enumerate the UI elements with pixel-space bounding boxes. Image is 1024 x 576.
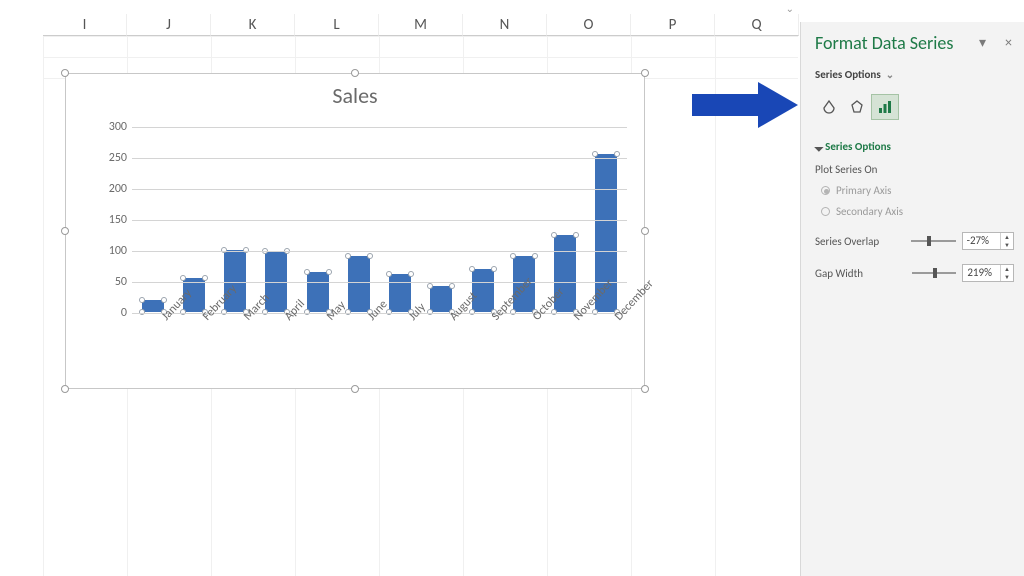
data-point-handle[interactable] xyxy=(386,271,392,277)
annotation-arrow xyxy=(692,82,798,128)
data-point-handle[interactable] xyxy=(326,269,332,275)
data-point-handle[interactable] xyxy=(161,297,167,303)
column-header[interactable]: J xyxy=(127,14,211,36)
x-axis-tick-label: April xyxy=(282,314,292,324)
series-options-dropdown[interactable]: Series Options ⌄ xyxy=(815,68,894,81)
x-axis-tick-label: January xyxy=(159,314,169,324)
series-overlap-slider[interactable] xyxy=(911,235,956,247)
gap-width-value: 219% xyxy=(963,265,1001,281)
data-point-handle[interactable] xyxy=(592,151,598,157)
gap-width-row: Gap Width W 219% ▲▼ xyxy=(815,264,1014,282)
chart-plot-area[interactable]: 050100150200250300 xyxy=(132,127,627,313)
data-point-handle[interactable] xyxy=(427,283,433,289)
resize-handle[interactable] xyxy=(641,385,649,393)
data-point-handle[interactable] xyxy=(221,247,227,253)
section-series-options[interactable]: Series Options xyxy=(815,140,1014,153)
data-point-handle[interactable] xyxy=(573,232,579,238)
resize-handle[interactable] xyxy=(351,69,359,77)
chart-bar[interactable] xyxy=(348,256,370,312)
x-axis-tick-label: August xyxy=(447,314,457,324)
column-header[interactable]: K xyxy=(211,14,295,36)
secondary-axis-radio: Secondary Axis xyxy=(815,205,1014,218)
radio-icon xyxy=(821,186,830,195)
column-header[interactable]: O xyxy=(547,14,631,36)
x-axis-tick-label: December xyxy=(612,314,622,324)
column-header[interactable]: Q xyxy=(715,14,799,36)
resize-handle[interactable] xyxy=(61,385,69,393)
resize-handle[interactable] xyxy=(61,227,69,235)
column-header[interactable]: L xyxy=(295,14,379,36)
radio-label: Secondary Axis xyxy=(836,205,903,218)
x-axis-tick-label: March xyxy=(241,314,251,324)
data-point-handle[interactable] xyxy=(202,275,208,281)
data-point-handle[interactable] xyxy=(491,266,497,272)
x-axis-tick-label: February xyxy=(200,314,210,324)
plot-series-on-label: Plot Series On xyxy=(815,163,1014,176)
radio-icon xyxy=(821,207,830,216)
series-options-icon[interactable] xyxy=(871,94,899,120)
embedded-chart[interactable]: Sales 050100150200250300 JanuaryFebruary… xyxy=(65,73,645,389)
x-axis-labels[interactable]: January February March April May June July Augu… xyxy=(132,310,627,386)
y-axis-tick-label: 150 xyxy=(87,213,127,227)
chart-title[interactable]: Sales xyxy=(66,74,644,109)
chevron-down-icon: ⌄ xyxy=(886,68,894,81)
data-point-handle[interactable] xyxy=(180,275,186,281)
data-point-handle[interactable] xyxy=(408,271,414,277)
close-icon[interactable]: × xyxy=(1005,34,1012,51)
data-point-handle[interactable] xyxy=(532,253,538,259)
data-point-handle[interactable] xyxy=(139,297,145,303)
resize-handle[interactable] xyxy=(351,385,359,393)
series-overlap-input[interactable]: -27% ▲▼ xyxy=(962,232,1014,250)
resize-handle[interactable] xyxy=(641,69,649,77)
y-axis-tick-label: 200 xyxy=(87,182,127,196)
x-axis-tick-label: November xyxy=(571,314,581,324)
gap-width-slider[interactable] xyxy=(912,267,956,279)
series-overlap-label: Series Overlap xyxy=(815,235,892,248)
dropdown-label: Series Options xyxy=(815,68,881,81)
series-overlap-value: -27% xyxy=(963,233,1001,249)
resize-handle[interactable] xyxy=(641,227,649,235)
pane-tab-row xyxy=(815,94,1014,120)
column-header[interactable]: P xyxy=(631,14,715,36)
worksheet-area: ⌄ IJKLMNOPQ Sales 050100150200250300 Jan… xyxy=(0,0,798,576)
x-axis-tick-label: May xyxy=(324,314,334,324)
series-overlap-row: Series Overlap O -27% ▲▼ xyxy=(815,232,1014,250)
x-axis-tick-label: June xyxy=(365,314,375,324)
y-axis-tick-label: 50 xyxy=(87,275,127,289)
primary-axis-radio: Primary Axis xyxy=(815,184,1014,197)
fill-line-icon[interactable] xyxy=(815,94,843,120)
radio-label: Primary Axis xyxy=(836,184,891,197)
data-point-handle[interactable] xyxy=(345,253,351,259)
column-header[interactable]: M xyxy=(379,14,463,36)
x-axis-tick-label: July xyxy=(406,314,416,324)
effects-icon[interactable] xyxy=(843,94,871,120)
column-headers: IJKLMNOPQ xyxy=(43,14,799,36)
data-point-handle[interactable] xyxy=(614,151,620,157)
gap-width-label: Gap Width xyxy=(815,267,890,280)
data-point-handle[interactable] xyxy=(367,253,373,259)
format-data-series-pane: Format Data Series ▾ × Series Options ⌄ … xyxy=(800,22,1024,576)
resize-handle[interactable] xyxy=(61,69,69,77)
chart-bar[interactable] xyxy=(307,272,329,312)
data-point-handle[interactable] xyxy=(449,283,455,289)
y-axis-tick-label: 250 xyxy=(87,151,127,165)
data-point-handle[interactable] xyxy=(469,266,475,272)
x-axis-tick-label: October xyxy=(530,314,540,324)
data-point-handle[interactable] xyxy=(304,269,310,275)
chart-bar[interactable] xyxy=(472,269,494,312)
column-header[interactable]: N xyxy=(463,14,547,36)
x-axis-tick-label: September xyxy=(489,314,499,324)
y-axis-tick-label: 100 xyxy=(87,244,127,258)
chart-bar[interactable] xyxy=(389,274,411,312)
column-header[interactable]: I xyxy=(43,14,127,36)
data-point-handle[interactable] xyxy=(551,232,557,238)
pane-options-icon[interactable]: ▾ xyxy=(979,34,986,51)
data-point-handle[interactable] xyxy=(243,247,249,253)
chart-bar[interactable] xyxy=(430,286,452,312)
y-axis-tick-label: 0 xyxy=(87,306,127,320)
y-axis-tick-label: 300 xyxy=(87,120,127,134)
data-point-handle[interactable] xyxy=(510,253,516,259)
gap-width-input[interactable]: 219% ▲▼ xyxy=(962,264,1014,282)
